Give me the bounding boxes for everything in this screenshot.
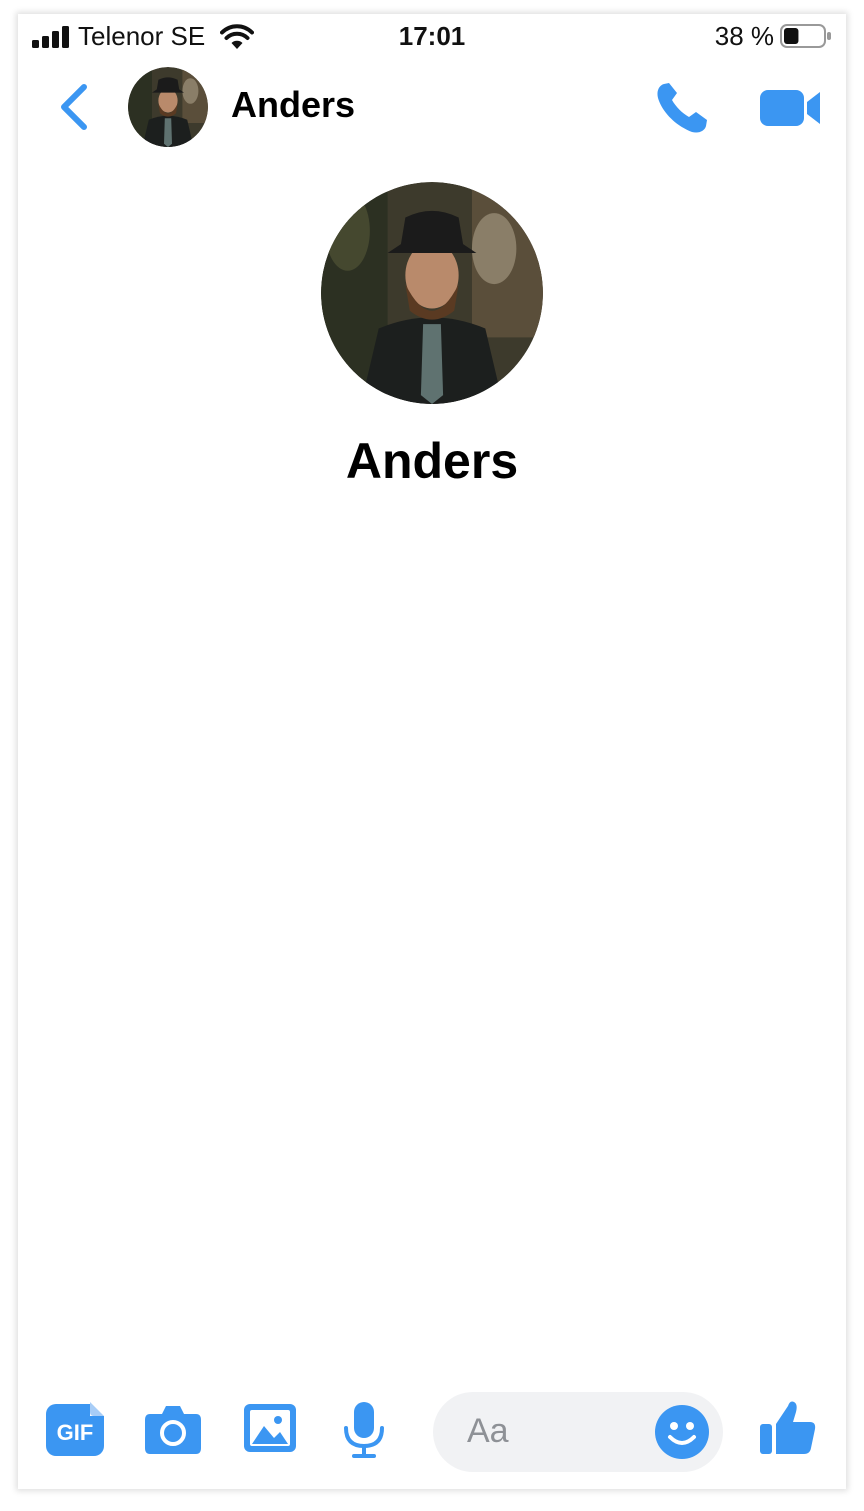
battery-percent: 38 % xyxy=(714,21,774,51)
phone-screen: Telenor SE 17:01 38 % Anders Anders GIF … xyxy=(18,14,846,1489)
message-input[interactable]: Aa xyxy=(433,1392,723,1472)
chevron-left-icon[interactable] xyxy=(54,82,94,132)
status-bar: Telenor SE 17:01 38 % xyxy=(18,14,846,60)
message-composer: GIF Aa xyxy=(18,1384,846,1480)
message-input-placeholder: Aa xyxy=(467,1412,509,1450)
microphone-icon[interactable] xyxy=(342,1400,386,1460)
thumbs-up-icon[interactable] xyxy=(758,1398,818,1458)
video-camera-icon[interactable] xyxy=(760,86,824,130)
profile-name: Anders xyxy=(345,433,519,489)
gif-button[interactable]: GIF xyxy=(46,1402,106,1458)
image-icon[interactable] xyxy=(242,1402,298,1454)
header-contact-name[interactable]: Anders xyxy=(231,84,355,126)
conversation-header: Anders xyxy=(18,64,846,154)
contact-avatar-large[interactable] xyxy=(321,182,543,404)
gif-label: GIF xyxy=(57,1420,94,1445)
camera-icon[interactable] xyxy=(144,1402,202,1456)
phone-icon[interactable] xyxy=(654,80,710,136)
battery-icon xyxy=(780,24,831,48)
smiley-icon[interactable] xyxy=(655,1405,709,1459)
contact-avatar-small[interactable] xyxy=(128,67,208,147)
